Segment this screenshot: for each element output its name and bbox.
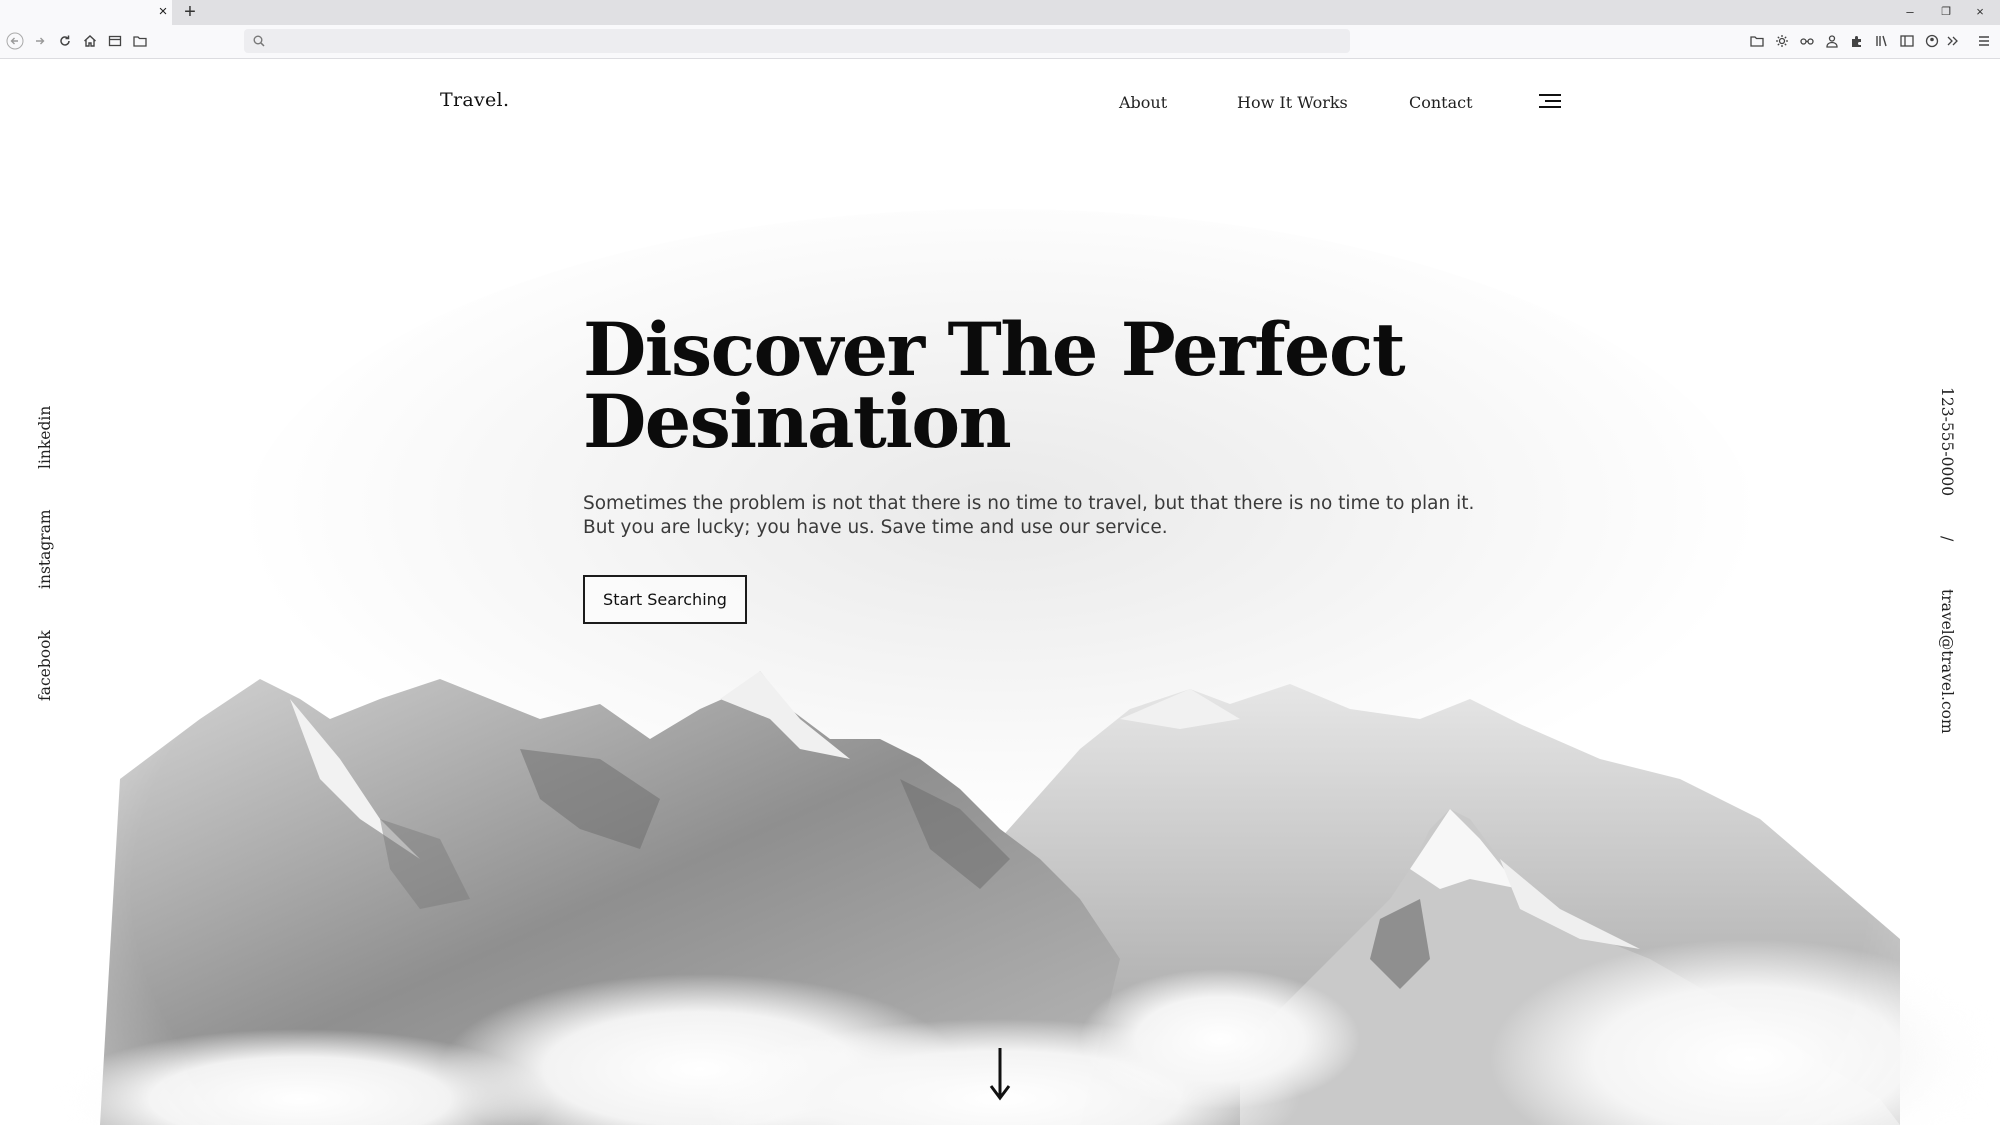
contact-email[interactable]: travel@travel.com <box>1938 589 1956 734</box>
library-icon[interactable] <box>1873 32 1891 50</box>
app-menu-icon[interactable] <box>1975 32 1993 50</box>
folder-icon[interactable] <box>131 32 149 50</box>
browser-toolbar <box>0 25 2000 59</box>
forward-icon[interactable] <box>31 32 49 50</box>
url-bar[interactable] <box>244 29 1350 53</box>
social-link-instagram[interactable]: instagram <box>36 509 54 589</box>
contact-separator: / <box>1938 536 1956 542</box>
web-page: Travel. About How It Works Contact Disco… <box>0 59 2000 1125</box>
browser-tab-active[interactable]: × <box>0 0 172 25</box>
back-icon[interactable] <box>6 32 24 50</box>
screenshot-icon[interactable] <box>106 32 124 50</box>
hero-description: Sometimes the problem is not that there … <box>583 492 1475 540</box>
window-minimize-icon[interactable]: – <box>1902 4 1918 20</box>
reload-icon[interactable] <box>56 32 74 50</box>
hamburger-menu-icon[interactable] <box>1537 93 1561 111</box>
hero-title-line-2: Desination <box>583 379 1012 465</box>
account-icon[interactable] <box>1823 32 1841 50</box>
downloads-folder-icon[interactable] <box>1748 32 1766 50</box>
home-icon[interactable] <box>81 32 99 50</box>
contact-phone: 123-555-0000 <box>1938 387 1956 497</box>
start-searching-button[interactable]: Start Searching <box>583 575 747 624</box>
search-icon <box>253 35 265 47</box>
hero-description-line-2: But you are lucky; you have us. Save tim… <box>583 517 1168 538</box>
reader-glasses-icon[interactable] <box>1798 32 1816 50</box>
nav-link-how-it-works[interactable]: How It Works <box>1237 93 1348 112</box>
hero-title: Discover The Perfect Desination <box>583 307 1543 465</box>
nav-link-about[interactable]: About <box>1119 93 1167 112</box>
mountain-background-image <box>50 209 2000 1125</box>
hero-description-line-1: Sometimes the problem is not that there … <box>583 493 1475 514</box>
arrow-down-icon[interactable] <box>985 1046 1015 1102</box>
window-close-icon[interactable]: × <box>1972 4 1988 20</box>
site-logo[interactable]: Travel. <box>440 89 509 111</box>
new-tab-icon[interactable]: + <box>180 2 200 22</box>
sidebar-icon[interactable] <box>1898 32 1916 50</box>
browser-tab-bar: × + – ❐ × <box>0 0 2000 25</box>
tab-close-icon[interactable]: × <box>155 4 171 20</box>
extensions-puzzle-icon[interactable] <box>1848 32 1866 50</box>
window-restore-icon[interactable]: ❐ <box>1938 4 1954 20</box>
hero-title-line-1: Discover The Perfect <box>583 307 1406 393</box>
nav-link-contact[interactable]: Contact <box>1409 93 1473 112</box>
overflow-chevrons-icon[interactable] <box>1944 32 1962 50</box>
url-input[interactable] <box>272 31 1336 53</box>
social-link-linkedin[interactable]: linkedin <box>36 406 54 469</box>
profile-circle-icon[interactable] <box>1923 32 1941 50</box>
settings-gear-icon[interactable] <box>1773 32 1791 50</box>
social-link-facebook[interactable]: facebook <box>36 630 54 701</box>
